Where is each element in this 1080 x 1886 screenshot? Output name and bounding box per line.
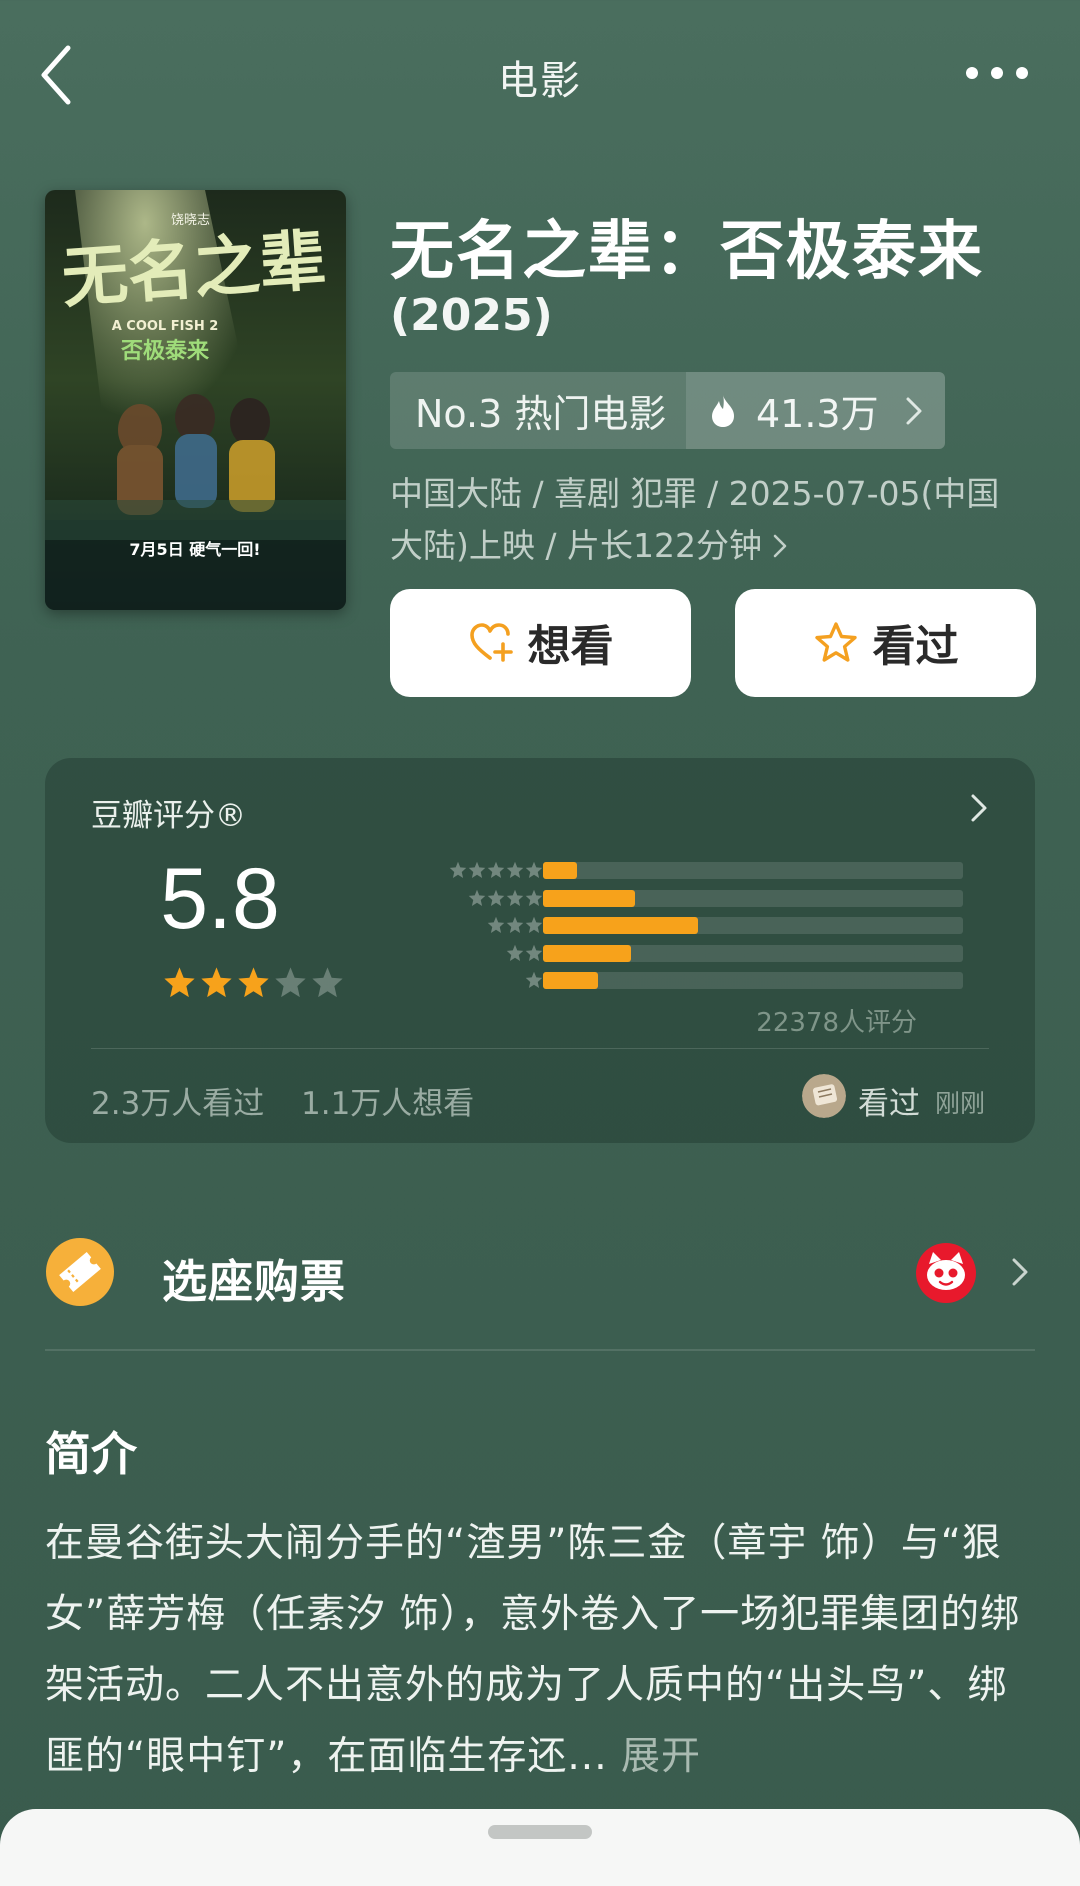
rating-bar-stars bbox=[449, 861, 543, 879]
rating-bar-stars bbox=[506, 944, 543, 962]
star-small-icon bbox=[449, 861, 467, 878]
rating-bar-fill bbox=[543, 972, 598, 989]
avatar-image bbox=[802, 1074, 846, 1118]
movie-poster[interactable]: 饶晓志 无名之辈 A COOL FISH 2 否极泰来 7月5日 硬气一回! bbox=[45, 190, 346, 610]
want-button-label: 想看 bbox=[527, 622, 614, 672]
star-small-icon bbox=[506, 944, 524, 961]
heat-value: 41.3万 bbox=[756, 392, 879, 436]
star-small-icon bbox=[468, 861, 486, 878]
divider bbox=[91, 1048, 989, 1049]
star-small-icon bbox=[525, 971, 543, 988]
rating-stars bbox=[163, 966, 344, 999]
rating-bar-fill bbox=[543, 917, 699, 934]
avatar[interactable] bbox=[802, 1074, 846, 1118]
seen-count[interactable]: 2.3万人看过 bbox=[91, 1078, 264, 1123]
rating-distribution bbox=[375, 858, 975, 996]
rating-bar-row bbox=[375, 941, 975, 969]
star-small-icon bbox=[487, 861, 505, 878]
star-filled-icon bbox=[164, 967, 195, 998]
star-small-icon bbox=[525, 861, 543, 878]
rating-bar-row bbox=[375, 913, 975, 941]
chevron-right-icon bbox=[773, 534, 787, 558]
poster-release: 7月5日 硬气一回! bbox=[129, 540, 260, 559]
movie-year: (2025) bbox=[390, 290, 553, 341]
expand-link[interactable]: 展开 bbox=[621, 1734, 701, 1779]
buy-ticket-label: 选座购票 bbox=[162, 1255, 347, 1308]
star-small-icon bbox=[506, 889, 524, 906]
star-small-icon bbox=[525, 889, 543, 906]
buy-ticket-row[interactable]: 选座购票 bbox=[45, 1225, 1035, 1315]
chevron-right-icon bbox=[906, 397, 922, 424]
ticket-icon bbox=[46, 1238, 114, 1306]
rating-bar-track bbox=[543, 917, 963, 934]
rating-bar-fill bbox=[543, 862, 577, 879]
more-dots-icon bbox=[966, 67, 1028, 79]
seen-button-label: 看过 bbox=[872, 622, 959, 672]
bottom-sheet bbox=[0, 1809, 1080, 1886]
heart-plus-icon bbox=[469, 623, 513, 662]
intro-heading: 简介 bbox=[45, 1427, 137, 1481]
rating-bar-fill bbox=[543, 889, 636, 907]
maoyan-cat-icon bbox=[916, 1243, 976, 1303]
intro-text: 在曼谷街头大闹分手的“渣男”陈三金（章宇 饰）与“狠女”薛芳梅（任素汐 饰），意… bbox=[45, 1508, 1040, 1792]
rating-count: 22378人评分 bbox=[756, 1008, 917, 1038]
chevron-right-icon[interactable] bbox=[969, 792, 989, 824]
rating-bar-row bbox=[375, 968, 975, 996]
rating-bar-track bbox=[543, 944, 963, 962]
movie-meta-text: 中国大陆 / 喜剧 犯罪 / 2025-07-05(中国大陆)上映 / 片长12… bbox=[390, 474, 1000, 565]
flame-icon bbox=[712, 394, 734, 427]
star-small-icon bbox=[468, 889, 486, 906]
rating-bar-stars bbox=[468, 889, 543, 907]
rating-bar-track bbox=[543, 889, 963, 907]
intro-body: 在曼谷街头大闹分手的“渣男”陈三金（章宇 饰）与“狠女”薛芳梅（任素汐 饰），意… bbox=[45, 1521, 1021, 1779]
page-title: 电影 bbox=[498, 58, 582, 104]
star-small-icon bbox=[487, 916, 505, 933]
poster-subtitle-art: 否极泰来 bbox=[120, 339, 210, 364]
sheet-drag-handle[interactable] bbox=[488, 1825, 592, 1839]
star-empty-icon bbox=[275, 967, 306, 998]
rating-card[interactable]: 豆瓣评分® 5.8 22378人评分 2.3万人看过 1.1万人想看 看过 刚刚 bbox=[45, 758, 1035, 1143]
rating-score: 5.8 bbox=[160, 851, 280, 947]
star-small-icon bbox=[487, 889, 505, 906]
rank-badge: No.3 热门电影 41.3万 bbox=[390, 372, 945, 449]
rating-bar-track bbox=[543, 862, 963, 879]
friend-time: 刚刚 bbox=[935, 1089, 986, 1118]
movie-meta[interactable]: 中国大陆 / 喜剧 犯罪 / 2025-07-05(中国大陆)上映 / 片长12… bbox=[390, 468, 1020, 572]
chevron-right-icon bbox=[1012, 1258, 1028, 1286]
rating-bar-row bbox=[375, 858, 975, 886]
star-small-icon bbox=[506, 916, 524, 933]
star-small-icon bbox=[525, 944, 543, 961]
watched-button[interactable]: 看过 bbox=[735, 589, 1036, 697]
poster-brand: 饶晓志 bbox=[171, 213, 210, 228]
rating-bar-stars bbox=[525, 971, 543, 989]
rating-bar-track bbox=[543, 972, 963, 989]
top-bar: 电影 bbox=[0, 0, 1080, 150]
star-empty-icon bbox=[312, 967, 343, 998]
star-small-icon bbox=[506, 861, 524, 878]
rating-bar-row bbox=[375, 886, 975, 914]
rank-label[interactable]: No.3 热门电影 bbox=[390, 372, 686, 449]
star-filled-icon bbox=[238, 967, 269, 998]
friend-status: 看过 bbox=[858, 1086, 920, 1122]
want-count[interactable]: 1.1万人想看 bbox=[301, 1078, 474, 1123]
star-outline-icon bbox=[814, 622, 857, 662]
want-to-watch-button[interactable]: 想看 bbox=[390, 589, 691, 697]
heat-badge[interactable]: 41.3万 bbox=[686, 372, 945, 449]
divider bbox=[45, 1349, 1035, 1351]
more-button[interactable] bbox=[962, 58, 1032, 88]
rating-bar-stars bbox=[487, 916, 543, 934]
star-filled-icon bbox=[201, 967, 232, 998]
star-small-icon bbox=[525, 916, 543, 933]
poster-image: 饶晓志 无名之辈 A COOL FISH 2 否极泰来 7月5日 硬气一回! bbox=[45, 190, 346, 610]
poster-english: A COOL FISH 2 bbox=[112, 319, 219, 334]
movie-title: 无名之辈：否极泰来 bbox=[390, 215, 984, 289]
rating-bar-fill bbox=[543, 944, 632, 962]
rating-source-label: 豆瓣评分® bbox=[91, 798, 246, 834]
